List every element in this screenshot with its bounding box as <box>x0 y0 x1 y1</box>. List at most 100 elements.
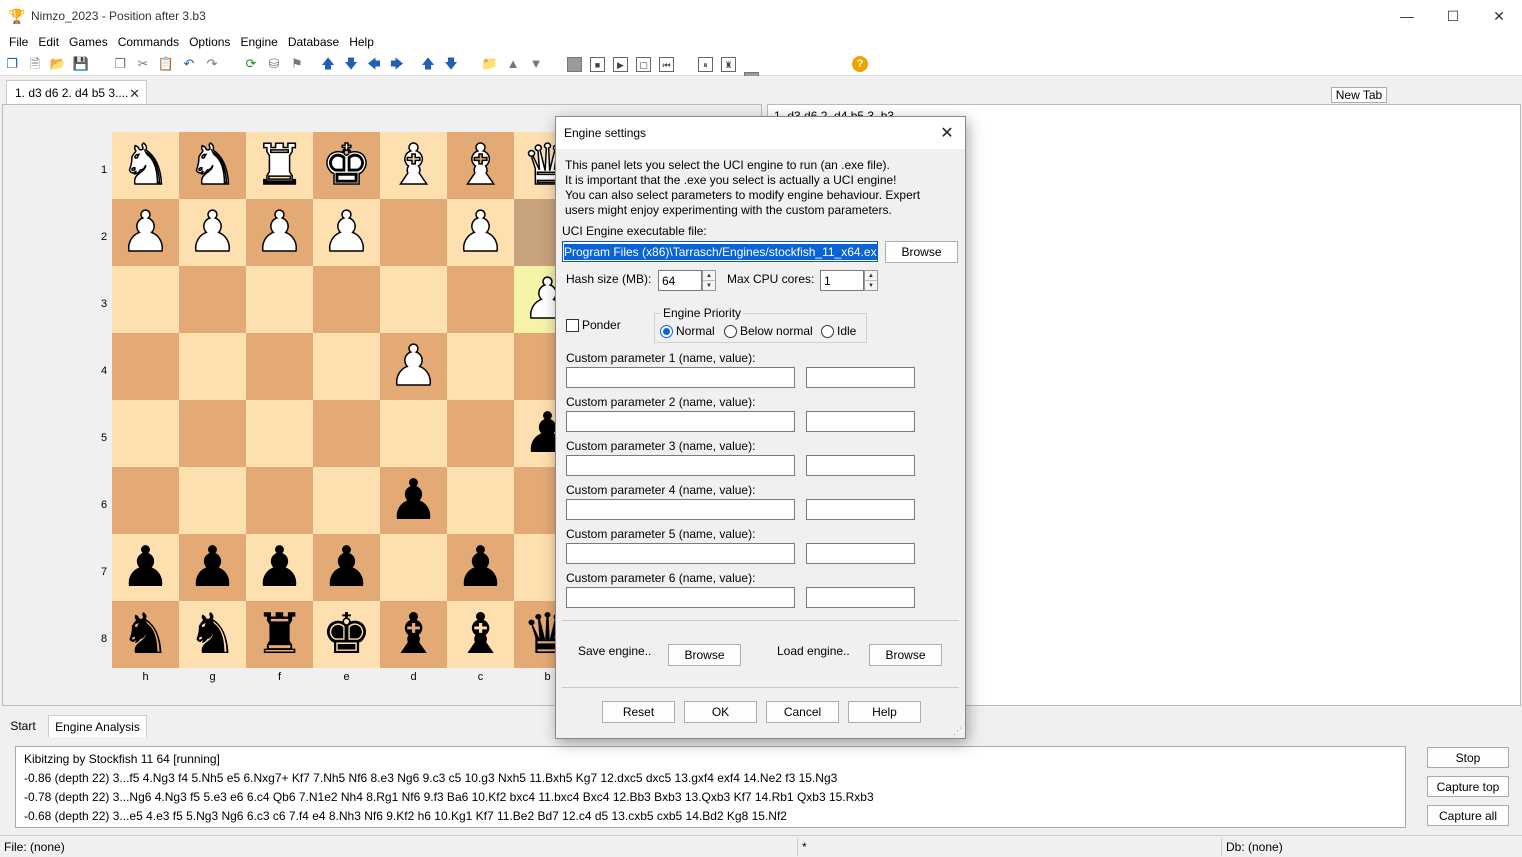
white-king-piece[interactable]: ♚ <box>321 136 373 194</box>
help-button[interactable]: Help <box>848 701 921 723</box>
move-up-icon[interactable]: ▲ <box>505 56 521 72</box>
board-square[interactable]: ♚ <box>313 601 380 668</box>
save-engine-browse-button[interactable]: Browse <box>668 644 741 666</box>
folder-gray-icon[interactable]: 📁 <box>482 56 498 72</box>
board-square[interactable] <box>380 534 447 601</box>
custom-param-5-name[interactable] <box>566 543 795 564</box>
board-square[interactable] <box>112 266 179 333</box>
save-icon[interactable]: 💾 <box>73 56 89 72</box>
tab-engine-analysis[interactable]: Engine Analysis <box>48 715 147 737</box>
board-square[interactable]: ♚ <box>313 132 380 199</box>
black-pawn-piece[interactable]: ♟ <box>187 539 237 596</box>
tab-start[interactable]: Start <box>4 715 42 737</box>
board-square[interactable]: ♟ <box>246 199 313 266</box>
menu-help[interactable]: Help <box>344 35 379 49</box>
pause-icon[interactable]: ⏸ <box>698 57 713 72</box>
board-square[interactable] <box>246 400 313 467</box>
white-bishop-piece[interactable]: ♝ <box>455 136 507 194</box>
new-file-icon[interactable]: 🗎 <box>27 56 43 72</box>
ok-button[interactable]: OK <box>684 701 757 723</box>
arrow-down-icon-2[interactable]: 🡇 <box>443 56 459 72</box>
board-square[interactable]: ♝ <box>380 601 447 668</box>
white-pawn-piece[interactable]: ♟ <box>321 203 373 261</box>
custom-param-5-value[interactable] <box>806 543 915 564</box>
black-king-piece[interactable]: ♚ <box>321 606 371 663</box>
board-square[interactable]: ♟ <box>447 534 514 601</box>
white-pawn-piece[interactable]: ♟ <box>187 203 239 261</box>
capture-top-button[interactable]: Capture top <box>1427 776 1509 797</box>
help-icon[interactable]: ? <box>852 56 868 72</box>
custom-param-4-name[interactable] <box>566 499 795 520</box>
white-rook-piece[interactable]: ♜ <box>254 136 306 194</box>
cpu-cores-input[interactable]: 1 <box>820 270 864 291</box>
board-square[interactable] <box>380 266 447 333</box>
board-square[interactable] <box>313 467 380 534</box>
board-square[interactable]: ♟ <box>313 534 380 601</box>
board-square[interactable]: ♞ <box>179 601 246 668</box>
board-square[interactable]: ♟ <box>246 534 313 601</box>
board-square[interactable]: ♞ <box>112 132 179 199</box>
spin-up-icon[interactable]: ▲ <box>865 271 877 281</box>
paste-icon[interactable]: 📋 <box>158 56 174 72</box>
custom-param-1-name[interactable] <box>566 367 795 388</box>
custom-param-2-name[interactable] <box>566 411 795 432</box>
black-knight-piece[interactable]: ♞ <box>187 606 237 663</box>
open-multiple-icon[interactable]: ❐ <box>4 56 20 72</box>
load-engine-browse-button[interactable]: Browse <box>869 644 942 666</box>
priority-idle-radio[interactable] <box>821 325 834 338</box>
white-knight-piece[interactable]: ♞ <box>187 136 239 194</box>
arrow-down-icon[interactable]: 🡇 <box>343 56 359 72</box>
hash-spinner[interactable]: ▲ ▼ <box>702 270 716 291</box>
board-square[interactable] <box>246 333 313 400</box>
capture-all-button[interactable]: Capture all <box>1427 805 1509 826</box>
board-square[interactable] <box>380 400 447 467</box>
black-pawn-piece[interactable]: ♟ <box>321 539 371 596</box>
arrow-up-icon-2[interactable]: 🡅 <box>420 56 436 72</box>
black-pawn-piece[interactable]: ♟ <box>254 539 304 596</box>
close-tab-icon[interactable]: ✕ <box>129 86 140 102</box>
board-square[interactable] <box>246 266 313 333</box>
play-icon[interactable]: ▶ <box>613 57 628 72</box>
board-square[interactable] <box>179 467 246 534</box>
custom-param-6-value[interactable] <box>806 587 915 608</box>
white-knight-piece[interactable]: ♞ <box>120 136 172 194</box>
browse-exe-button[interactable]: Browse <box>885 241 958 263</box>
document-tab[interactable]: 1. d3 d6 2. d4 b5 3.... ✕ <box>6 80 147 104</box>
board-square[interactable] <box>447 467 514 534</box>
reset-button[interactable]: Reset <box>602 701 675 723</box>
board-square[interactable]: ♟ <box>179 534 246 601</box>
board-square[interactable]: ♞ <box>179 132 246 199</box>
board-square[interactable]: ♜ <box>246 601 313 668</box>
board-square[interactable]: ♜ <box>246 132 313 199</box>
resize-grip-icon[interactable]: ⋰ <box>953 726 963 736</box>
stop-square-icon[interactable]: ▢ <box>636 57 651 72</box>
new-tab-button[interactable]: New Tab <box>1331 87 1387 103</box>
white-pawn-piece[interactable]: ♟ <box>455 203 507 261</box>
custom-param-6-name[interactable] <box>566 587 795 608</box>
menu-edit[interactable]: Edit <box>33 35 64 49</box>
board-square[interactable] <box>112 333 179 400</box>
menu-engine[interactable]: Engine <box>235 35 282 49</box>
square-icon-2[interactable]: ■ <box>590 57 605 72</box>
white-pawn-piece[interactable]: ♟ <box>120 203 172 261</box>
black-rook-piece[interactable]: ♜ <box>254 606 304 663</box>
arrow-up-icon[interactable]: 🡅 <box>320 56 336 72</box>
open-folder-icon[interactable]: 📂 <box>50 56 66 72</box>
hash-size-input[interactable]: 64 <box>658 270 702 291</box>
board-square[interactable]: ♟ <box>313 199 380 266</box>
board-square[interactable]: ♟ <box>112 199 179 266</box>
refresh-icon[interactable]: ⟳ <box>243 56 259 72</box>
board-square[interactable] <box>112 400 179 467</box>
board-square[interactable] <box>447 266 514 333</box>
engine-bug-icon[interactable]: ⚑ <box>289 56 305 72</box>
board-square[interactable] <box>313 400 380 467</box>
menu-games[interactable]: Games <box>64 35 113 49</box>
close-button[interactable]: ✕ <box>1476 0 1522 32</box>
skip-icon[interactable]: ⏮ <box>659 57 674 72</box>
dialog-close-icon[interactable]: ✕ <box>937 123 957 143</box>
board-square[interactable] <box>313 266 380 333</box>
board-square[interactable]: ♝ <box>447 601 514 668</box>
custom-param-1-value[interactable] <box>806 367 915 388</box>
spin-down-icon[interactable]: ▼ <box>865 281 877 290</box>
menu-database[interactable]: Database <box>283 35 344 49</box>
